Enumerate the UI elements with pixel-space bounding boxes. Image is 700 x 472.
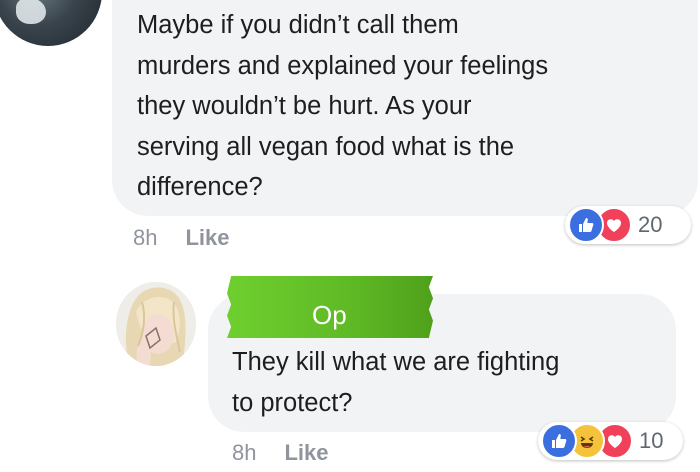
reaction-count: 20 [638, 212, 663, 237]
like-button[interactable]: Like [185, 225, 229, 250]
op-label-text: Op [312, 300, 347, 330]
comment-timestamp[interactable]: 8h [232, 440, 256, 465]
reactions-summary[interactable]: 20 [565, 206, 691, 244]
comment-timestamp[interactable]: 8h [133, 225, 157, 250]
like-icon [568, 207, 604, 243]
reaction-count: 10 [639, 428, 664, 453]
commenter-avatar[interactable] [116, 282, 196, 366]
like-button[interactable]: Like [284, 440, 328, 465]
like-icon [541, 423, 577, 459]
comment-meta: 8h Like [232, 440, 329, 466]
reactions-summary[interactable]: 10 [538, 422, 683, 460]
avatar-image [16, 0, 46, 24]
comment-text: They kill what we are fighting to protec… [232, 348, 560, 417]
comment-meta: 8h Like [133, 225, 230, 251]
commenter-avatar[interactable] [0, 0, 102, 46]
avatar-image [116, 282, 196, 366]
comment-text: Maybe if you didn’t call them murders an… [137, 11, 549, 201]
